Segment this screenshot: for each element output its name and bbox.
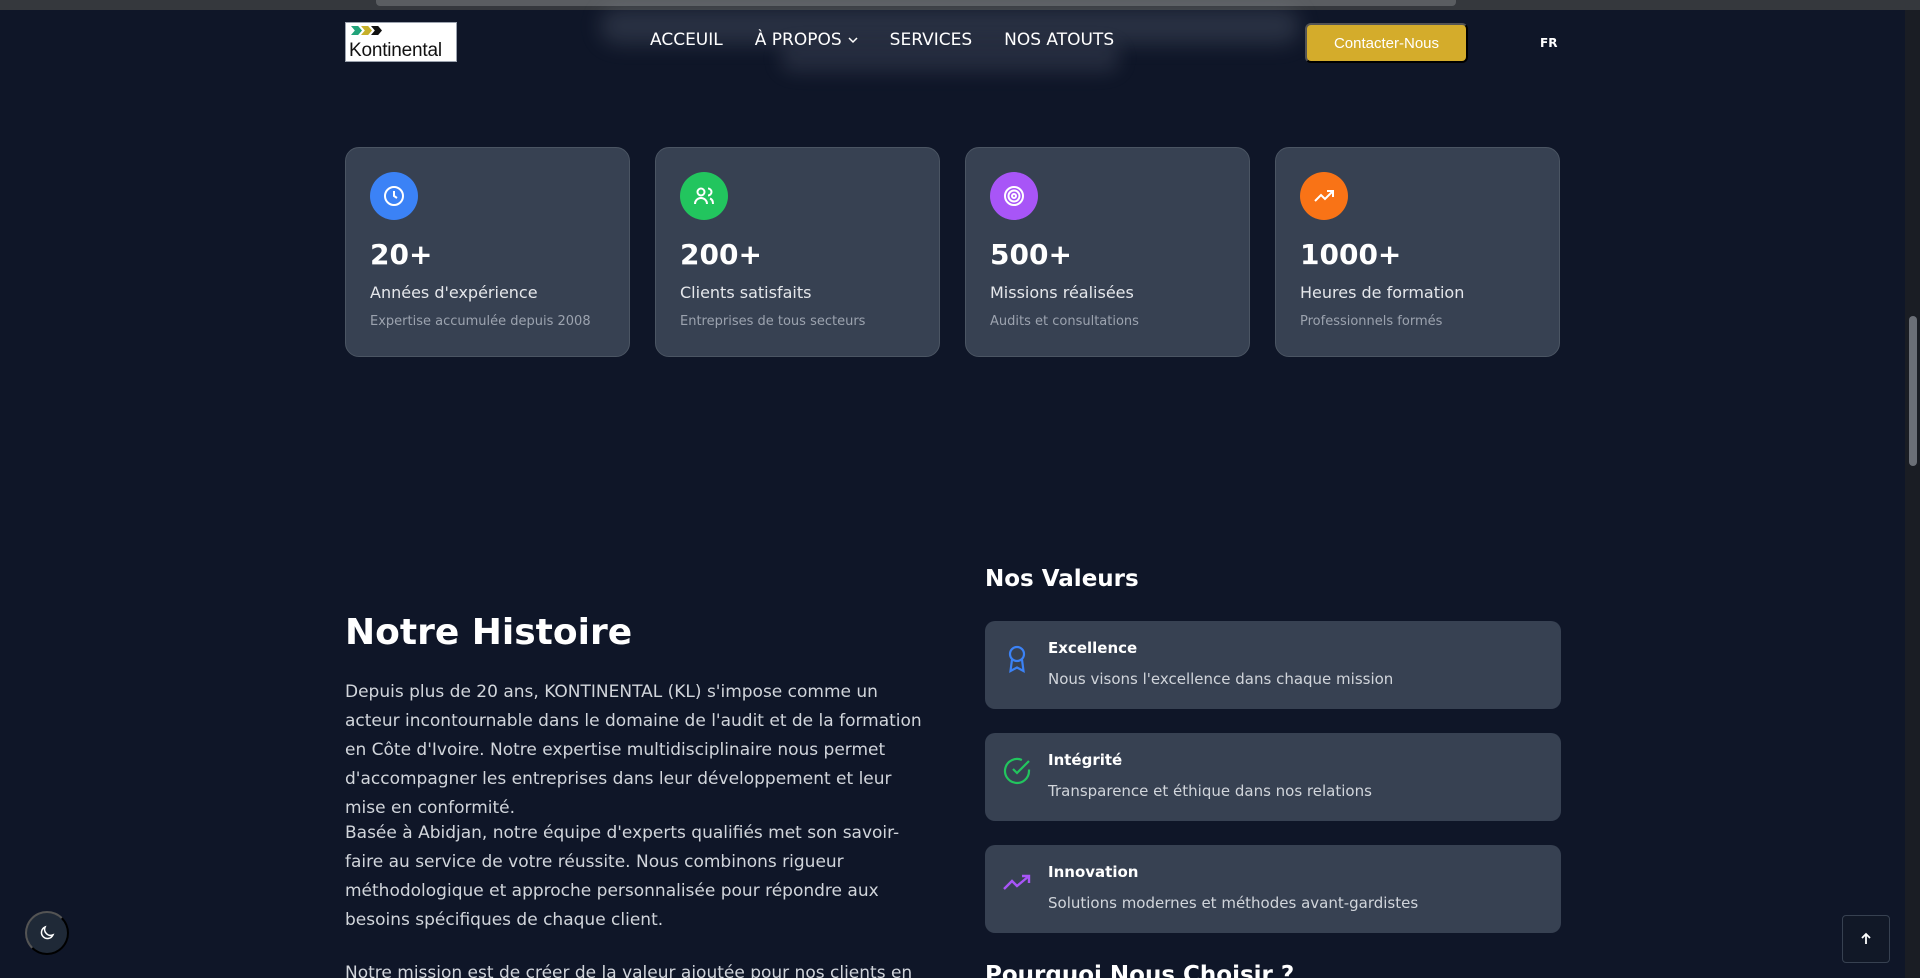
browser-tab-strip [376, 0, 1456, 6]
stat-card-experience: 20+ Années d'expérience Expertise accumu… [345, 147, 630, 357]
stat-label: Années d'expérience [370, 283, 538, 302]
value-desc: Transparence et éthique dans nos relatio… [1048, 782, 1372, 800]
arrow-up-icon [1861, 932, 1871, 944]
nav-nos-atouts-label: NOS ATOUTS [1004, 30, 1115, 50]
site-header: Kontinental ACCEUIL À PROPOS SERVICES NO… [0, 10, 1905, 74]
logo[interactable]: Kontinental [345, 22, 457, 62]
clock-icon [370, 172, 418, 220]
logo-text: Kontinental [349, 40, 442, 61]
history-paragraph-1: Depuis plus de 20 ans, KONTINENTAL (KL) … [345, 682, 922, 818]
stat-value: 1000+ [1300, 238, 1402, 271]
stat-value: 200+ [680, 238, 762, 271]
nav-services-label: SERVICES [889, 30, 973, 50]
value-desc: Solutions modernes et méthodes avant-gar… [1048, 894, 1419, 912]
scroll-to-top-button[interactable] [1842, 915, 1890, 963]
stat-value: 20+ [370, 238, 433, 271]
nav-a-propos-label: À PROPOS [754, 30, 842, 50]
nav-a-propos[interactable]: À PROPOS [755, 30, 858, 50]
stat-card-clients: 200+ Clients satisfaits Entreprises de t… [655, 147, 940, 357]
language-switcher[interactable]: FR [1540, 36, 1557, 50]
trending-up-icon [1003, 874, 1031, 890]
value-card-excellence: Excellence Nous visons l'excellence dans… [985, 621, 1561, 709]
history-paragraph-2: Basée à Abidjan, notre équipe d'experts … [345, 823, 900, 930]
stat-value: 500+ [990, 238, 1072, 271]
why-choose-us-title: Pourquoi Nous Choisir ? [985, 962, 1295, 978]
stat-card-training: 1000+ Heures de formation Professionnels… [1275, 147, 1560, 357]
value-desc: Nous visons l'excellence dans chaque mis… [1048, 670, 1394, 688]
stat-label: Heures de formation [1300, 283, 1465, 302]
target-icon [990, 172, 1038, 220]
history-paragraph-3: Notre mission est de créer de la valeur … [345, 963, 913, 978]
scrollbar-thumb[interactable] [1909, 316, 1917, 466]
chevron-down-icon [848, 37, 858, 44]
logo-chevron-gold [361, 26, 372, 35]
nav-services[interactable]: SERVICES [890, 30, 972, 50]
logo-chevron-green [351, 26, 362, 35]
main-nav: ACCEUIL À PROPOS SERVICES NOS ATOUTS [650, 30, 1114, 50]
nav-accueil-label: ACCEUIL [650, 30, 723, 50]
stat-card-missions: 500+ Missions réalisées Audits et consul… [965, 147, 1250, 357]
stat-label: Missions réalisées [990, 283, 1134, 302]
stat-label: Clients satisfaits [680, 283, 812, 302]
theme-toggle-button[interactable] [25, 911, 69, 955]
stats-section: 20+ Années d'expérience Expertise accumu… [345, 147, 1560, 357]
value-card-innovation: Innovation Solutions modernes et méthode… [985, 845, 1561, 933]
value-card-integrite: Intégrité Transparence et éthique dans n… [985, 733, 1561, 821]
value-name: Innovation [1048, 863, 1139, 881]
trending-up-icon [1300, 172, 1348, 220]
stat-sub: Professionnels formés [1300, 314, 1443, 329]
moon-icon [40, 925, 55, 940]
stat-sub: Entreprises de tous secteurs [680, 314, 866, 329]
award-icon [1008, 645, 1026, 673]
history-title: Notre Histoire [345, 612, 633, 653]
values-title: Nos Valeurs [985, 566, 1139, 592]
page-scrollbar[interactable] [1905, 10, 1920, 978]
nav-nos-atouts[interactable]: NOS ATOUTS [1004, 30, 1114, 50]
nav-accueil[interactable]: ACCEUIL [650, 30, 723, 50]
stat-sub: Expertise accumulée depuis 2008 [370, 314, 591, 329]
stat-sub: Audits et consultations [990, 314, 1139, 329]
users-icon [680, 172, 728, 220]
check-circle-icon [1003, 757, 1031, 785]
logo-chevron-black [371, 26, 382, 35]
value-name: Excellence [1048, 639, 1138, 657]
value-name: Intégrité [1048, 751, 1123, 769]
contact-button[interactable]: Contacter-Nous [1305, 23, 1468, 63]
